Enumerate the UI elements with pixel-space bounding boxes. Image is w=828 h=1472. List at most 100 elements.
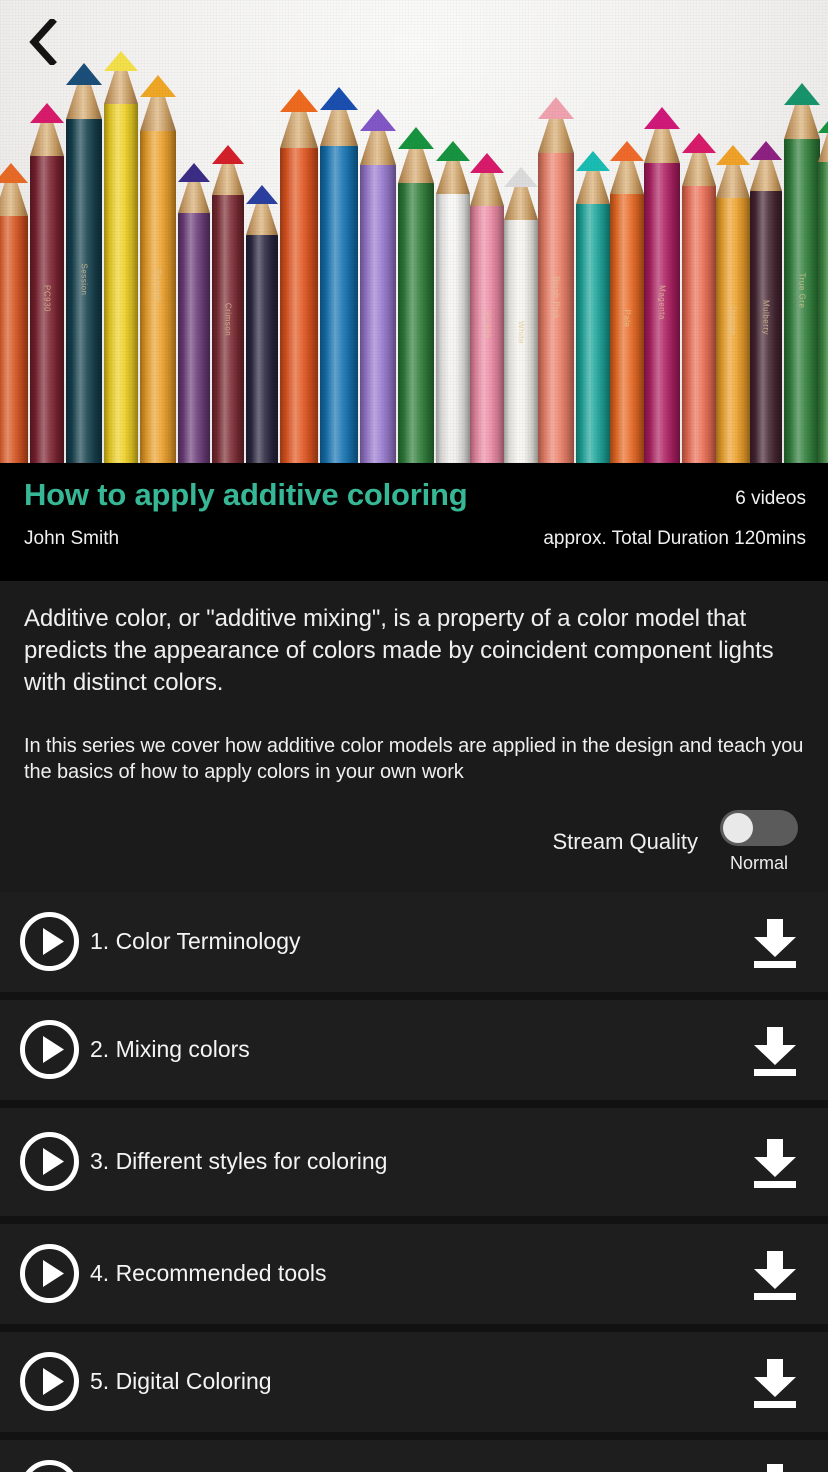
pencil (320, 87, 358, 463)
pencil (398, 127, 434, 463)
pencil: PC929 (470, 153, 504, 463)
chevron-left-icon (29, 19, 57, 65)
pencil-lead-tip (436, 141, 470, 161)
pencil-lead-tip (716, 145, 750, 165)
pencil-lead-tip (818, 115, 828, 133)
play-button[interactable] (18, 1458, 82, 1472)
pencil: Session (66, 63, 102, 463)
play-button[interactable] (18, 1130, 82, 1193)
pencil: PC930 (30, 103, 64, 463)
pencil-lead-tip (470, 153, 504, 173)
pencil-barrel (178, 213, 210, 463)
stream-quality-toggle[interactable] (720, 809, 798, 846)
play-circle-icon (25, 1459, 74, 1472)
pencil-barrel (320, 146, 358, 463)
play-circle-icon (20, 1132, 79, 1191)
pencil-barrel (576, 204, 610, 463)
pencil-barrel (538, 153, 574, 463)
play-circle-icon (20, 1020, 79, 1079)
pencil-barrel (104, 104, 138, 463)
pencil (178, 163, 210, 463)
video-list-item[interactable]: 4. Recommended tools (0, 1223, 828, 1324)
pencil-lead-tip (178, 163, 210, 182)
video-list-item[interactable]: 2. Mixing colors (0, 999, 828, 1100)
pencil-lead-tip (504, 167, 538, 187)
pencil-barrel (784, 139, 820, 463)
download-button[interactable] (746, 1458, 804, 1472)
pencil-barrel (644, 163, 680, 463)
total-duration: approx. Total Duration 120mins (543, 527, 806, 549)
pencil: PC910 (818, 115, 828, 463)
video-list-item[interactable] (0, 1439, 828, 1472)
video-title: 1. Color Terminology (90, 927, 301, 954)
pencil (0, 163, 28, 463)
play-circle-icon (20, 1352, 79, 1411)
pencil-lead-tip (140, 75, 176, 97)
pencil: White (504, 167, 538, 463)
pencil (246, 185, 278, 463)
pencil-barrel (470, 206, 504, 463)
pencil-barrel (30, 156, 64, 463)
page-title: How to apply additive coloring (24, 477, 468, 512)
video-list-item[interactable]: 3. Different styles for coloring (0, 1107, 828, 1216)
video-title: 4. Recommended tools (90, 1259, 327, 1286)
download-icon (754, 1250, 796, 1300)
pencil-barrel (140, 131, 176, 463)
pencil-barrel (436, 194, 470, 463)
description-paragraph-1: Additive color, or "additive mixing", is… (24, 605, 774, 696)
video-title: 2. Mixing colors (90, 1035, 250, 1062)
back-button[interactable] (14, 14, 70, 70)
video-title: 5. Digital Coloring (90, 1367, 272, 1394)
download-icon (754, 1358, 796, 1408)
pencil-lead-tip (576, 151, 610, 171)
video-list-item[interactable]: 5. Digital Coloring (0, 1331, 828, 1432)
course-header: How to apply additive coloring 6 videos … (0, 463, 828, 581)
play-button[interactable] (18, 1018, 82, 1081)
download-button[interactable] (746, 1353, 804, 1411)
video-list: 1. Color Terminology 2. Mixing colors 3. D… (0, 891, 828, 1472)
pencil-lead-tip (610, 141, 644, 161)
pencil: Spanish (140, 75, 176, 463)
pencil-lead-tip (66, 63, 102, 85)
video-list-item[interactable]: 1. Color Terminology (0, 891, 828, 992)
pencil-lead-tip (246, 185, 278, 204)
pencil-lead-tip (212, 145, 244, 164)
pencil-barrel (212, 195, 244, 463)
pencil-barrel (610, 194, 644, 463)
stream-quality-label: Stream Quality (552, 828, 699, 854)
pencil: Magenta (644, 107, 680, 463)
play-button[interactable] (18, 910, 82, 973)
pencil-lead-tip (104, 51, 138, 71)
pencil-lead-tip (360, 109, 396, 131)
play-button[interactable] (18, 1350, 82, 1413)
pencil-barrel (398, 183, 434, 463)
pencil (104, 51, 138, 463)
pencil-lead-tip (280, 89, 318, 112)
pencil-lead-tip (30, 103, 64, 123)
pencil-lead-tip (682, 133, 716, 153)
download-icon (754, 1026, 796, 1076)
play-button[interactable] (18, 1242, 82, 1305)
pencil-barrel (246, 235, 278, 463)
pencil (436, 141, 470, 463)
pencil-lead-tip (538, 97, 574, 119)
download-button[interactable] (746, 1133, 804, 1191)
download-button[interactable] (746, 1021, 804, 1079)
pencil-barrel (750, 191, 782, 463)
download-button[interactable] (746, 913, 804, 971)
pencil: Pale (610, 141, 644, 463)
pencil-barrel (504, 220, 538, 463)
pencil (576, 151, 610, 463)
pencil: Orange (716, 145, 750, 463)
download-icon (754, 918, 796, 968)
stream-quality-state: Normal (729, 852, 788, 873)
pencil-barrel (280, 148, 318, 463)
hero-image: PC930 Session Spanish Crimson PC929 White Blus… (0, 0, 828, 463)
download-button[interactable] (746, 1245, 804, 1303)
play-circle-icon (20, 912, 79, 971)
pencil-lead-tip (398, 127, 434, 149)
download-icon (767, 1463, 783, 1472)
pencil: Blush Pink (538, 97, 574, 463)
pencil-barrel (360, 165, 396, 463)
pencil-lead-tip (750, 141, 782, 160)
